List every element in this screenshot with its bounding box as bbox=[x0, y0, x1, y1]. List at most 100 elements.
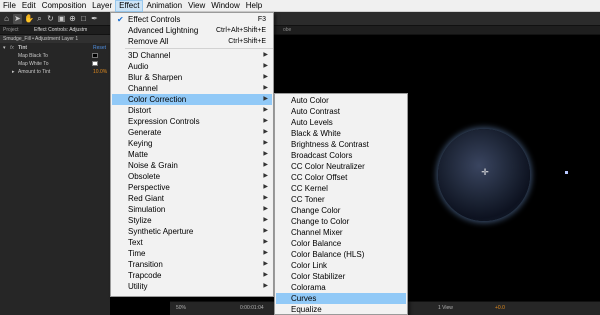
menu-window[interactable]: Window bbox=[208, 0, 242, 12]
submenu-item[interactable]: Change to Color bbox=[276, 216, 406, 227]
anchor-point-icon[interactable]: ✛ bbox=[480, 167, 490, 177]
submenu-item-label: Color Stabilizer bbox=[291, 272, 346, 281]
rotate-tool-icon[interactable]: ↻ bbox=[46, 14, 55, 24]
effect-name: Tint bbox=[18, 45, 28, 51]
submenu-arrow-icon: ▶ bbox=[263, 63, 268, 69]
menu-item-color-correction[interactable]: Color Correction ▶ bbox=[112, 94, 272, 105]
submenu-item[interactable]: Black & White bbox=[276, 128, 406, 139]
view-layout[interactable]: 1 View bbox=[438, 305, 453, 311]
submenu-item[interactable]: Auto Contrast bbox=[276, 106, 406, 117]
submenu-arrow-icon: ▶ bbox=[263, 195, 268, 201]
mask-tool-icon[interactable]: □ bbox=[79, 14, 88, 24]
menu-file[interactable]: File bbox=[0, 0, 19, 12]
submenu-item[interactable]: Color Link bbox=[276, 260, 406, 271]
submenu-item-curves[interactable]: Curves bbox=[276, 293, 406, 304]
menu-effect[interactable]: Effect bbox=[115, 0, 144, 12]
selection-tool-icon[interactable]: ➤ bbox=[13, 14, 22, 24]
menu-item-simulation[interactable]: Simulation ▶ bbox=[112, 204, 272, 215]
viewer-tab-label[interactable]: obe bbox=[283, 27, 291, 33]
submenu-item[interactable]: CC Color Offset bbox=[276, 172, 406, 183]
home-icon[interactable]: ⌂ bbox=[2, 14, 11, 24]
menu-item-blur-sharpen[interactable]: Blur & Sharpen ▶ bbox=[112, 72, 272, 83]
layer-path-bar: Smudge_Fill • Adjustment Layer 1 bbox=[0, 35, 110, 43]
menu-item-advanced-lightning[interactable]: Advanced Lightning Ctrl+Alt+Shift+E bbox=[112, 25, 272, 36]
menu-item-noise-grain[interactable]: Noise & Grain ▶ bbox=[112, 160, 272, 171]
menu-item-obsolete[interactable]: Obsolete ▶ bbox=[112, 171, 272, 182]
menu-item-generate[interactable]: Generate ▶ bbox=[112, 127, 272, 138]
menu-item-channel[interactable]: Channel ▶ bbox=[112, 83, 272, 94]
menu-animation[interactable]: Animation bbox=[143, 0, 185, 12]
submenu-item[interactable]: CC Toner bbox=[276, 194, 406, 205]
submenu-item[interactable]: CC Kernel bbox=[276, 183, 406, 194]
prop-amount-to-tint: ▸ Amount to Tint 10.0% bbox=[0, 68, 110, 76]
menu-item-time[interactable]: Time ▶ bbox=[112, 248, 272, 259]
submenu-item-label: Auto Contrast bbox=[291, 107, 340, 116]
menu-item-label: Generate bbox=[128, 128, 162, 137]
menu-item-trapcode[interactable]: Trapcode ▶ bbox=[112, 270, 272, 281]
fx-icon[interactable]: fx bbox=[10, 45, 14, 51]
menu-item-shortcut: Ctrl+Alt+Shift+E bbox=[216, 27, 266, 34]
menu-item-effect-controls[interactable]: ✔ Effect Controls F3 bbox=[112, 14, 272, 25]
zoom-tool-icon[interactable]: ⌕ bbox=[35, 14, 44, 24]
submenu-item[interactable]: Color Balance bbox=[276, 238, 406, 249]
menu-item-label: Simulation bbox=[128, 205, 166, 214]
menu-item-perspective[interactable]: Perspective ▶ bbox=[112, 182, 272, 193]
menu-item-remove-all[interactable]: Remove All Ctrl+Shift+E bbox=[112, 36, 272, 47]
submenu-item[interactable]: Auto Color bbox=[276, 95, 406, 106]
submenu-item[interactable]: Auto Levels bbox=[276, 117, 406, 128]
menu-item-red-giant[interactable]: Red Giant ▶ bbox=[112, 193, 272, 204]
submenu-item[interactable]: Equalize bbox=[276, 304, 406, 315]
menu-item-3d-channel[interactable]: 3D Channel ▶ bbox=[112, 50, 272, 61]
menu-bar: File Edit Composition Layer Effect Anima… bbox=[0, 0, 600, 12]
reset-link[interactable]: Reset bbox=[93, 45, 106, 51]
timecode[interactable]: 0:00:01:04 bbox=[240, 305, 264, 311]
submenu-item-label: Black & White bbox=[291, 129, 341, 138]
menu-separator bbox=[125, 48, 273, 49]
menu-item-synthetic-aperture[interactable]: Synthetic Aperture ▶ bbox=[112, 226, 272, 237]
submenu-item[interactable]: Brightness & Contrast bbox=[276, 139, 406, 150]
effect-header-tint[interactable]: ▾ fx Tint Reset bbox=[0, 44, 110, 52]
menu-item-distort[interactable]: Distort ▶ bbox=[112, 105, 272, 116]
submenu-item-label: Equalize bbox=[291, 305, 322, 314]
menu-item-stylize[interactable]: Stylize ▶ bbox=[112, 215, 272, 226]
submenu-item[interactable]: Color Balance (HLS) bbox=[276, 249, 406, 260]
submenu-item[interactable]: CC Color Neutralizer bbox=[276, 161, 406, 172]
pen-tool-icon[interactable]: ✒ bbox=[90, 14, 99, 24]
menu-item-transition[interactable]: Transition ▶ bbox=[112, 259, 272, 270]
submenu-item-label: CC Toner bbox=[291, 195, 325, 204]
menu-layer[interactable]: Layer bbox=[89, 0, 115, 12]
menu-item-expression-controls[interactable]: Expression Controls ▶ bbox=[112, 116, 272, 127]
submenu-item[interactable]: Change Color bbox=[276, 205, 406, 216]
menu-item-label: Distort bbox=[128, 106, 152, 115]
collapse-triangle-icon[interactable]: ▾ bbox=[3, 45, 6, 51]
menu-item-keying[interactable]: Keying ▶ bbox=[112, 138, 272, 149]
menu-item-text[interactable]: Text ▶ bbox=[112, 237, 272, 248]
menu-help[interactable]: Help bbox=[243, 0, 265, 12]
menu-item-audio[interactable]: Audio ▶ bbox=[112, 61, 272, 72]
submenu-item-label: Color Link bbox=[291, 261, 328, 270]
menu-item-label: 3D Channel bbox=[128, 51, 171, 60]
pan-behind-tool-icon[interactable]: ⊕ bbox=[68, 14, 77, 24]
submenu-item[interactable]: Colorama bbox=[276, 282, 406, 293]
hand-tool-icon[interactable]: ✋ bbox=[24, 14, 34, 24]
tab-effect-controls[interactable]: Effect Controls: Adjustm bbox=[34, 27, 87, 33]
tab-project[interactable]: Project bbox=[3, 27, 19, 33]
submenu-item[interactable]: Broadcast Colors bbox=[276, 150, 406, 161]
color-swatch-white[interactable] bbox=[92, 61, 98, 66]
submenu-item[interactable]: Color Stabilizer bbox=[276, 271, 406, 282]
submenu-item[interactable]: Channel Mixer bbox=[276, 227, 406, 238]
menu-composition[interactable]: Composition bbox=[39, 0, 89, 12]
exposure-value[interactable]: +0.0 bbox=[495, 305, 505, 311]
menu-view[interactable]: View bbox=[185, 0, 208, 12]
submenu-arrow-icon: ▶ bbox=[263, 85, 268, 91]
menu-item-matte[interactable]: Matte ▶ bbox=[112, 149, 272, 160]
camera-tool-icon[interactable]: ▣ bbox=[57, 14, 66, 24]
submenu-item-label: Brightness & Contrast bbox=[291, 140, 369, 149]
color-swatch-black[interactable] bbox=[92, 53, 98, 58]
menu-item-utility[interactable]: Utility ▶ bbox=[112, 281, 272, 292]
menu-edit[interactable]: Edit bbox=[19, 0, 39, 12]
expand-triangle-icon[interactable]: ▸ bbox=[12, 69, 15, 75]
menu-item-label: Perspective bbox=[128, 183, 170, 192]
amount-value[interactable]: 10.0% bbox=[93, 69, 107, 75]
zoom-level[interactable]: 50% bbox=[176, 305, 186, 311]
